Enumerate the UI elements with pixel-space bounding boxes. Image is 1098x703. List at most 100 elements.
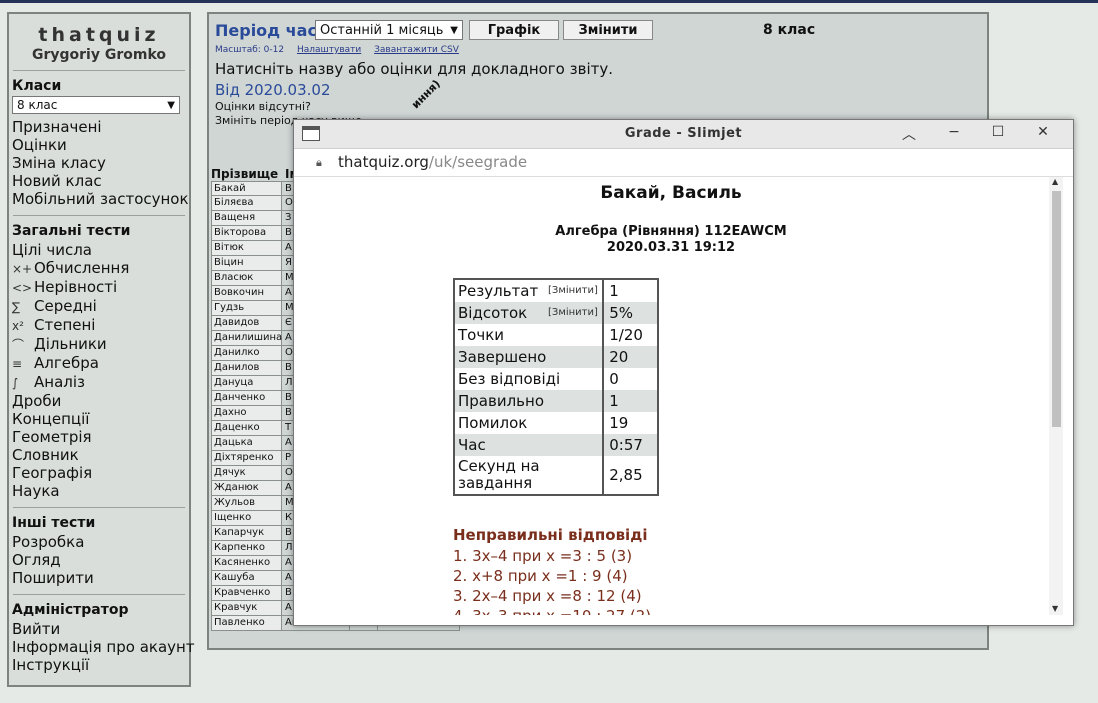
result-label: Секунд на завдання	[455, 456, 605, 494]
sidebar-link[interactable]: Зміна класу	[12, 154, 185, 172]
sidebar-link[interactable]: Словник	[12, 446, 185, 464]
graph-button[interactable]: Графік	[469, 20, 559, 40]
lock-icon: 🔒︎	[316, 156, 322, 169]
result-label-text: Завершено	[458, 348, 547, 366]
result-value: 5%	[609, 304, 634, 322]
class-select[interactable]: 8 клас ▼	[12, 96, 180, 114]
student-surname[interactable]: Данилишина	[211, 331, 282, 346]
scrollbar[interactable]: ▲ ▼	[1049, 177, 1063, 615]
sidebar-link[interactable]: ⌒ Дільники	[12, 335, 185, 354]
sidebar-link[interactable]: Інструкції	[12, 656, 185, 674]
scroll-up-icon[interactable]: ▲	[1052, 177, 1058, 186]
student-surname[interactable]: Данченко	[211, 391, 282, 406]
student-surname[interactable]: Бакай	[211, 181, 282, 196]
sidebar-link[interactable]: ∑ Середні	[12, 297, 185, 316]
url-text[interactable]: thatquiz.org/uk/seegrade	[338, 153, 527, 171]
change-button[interactable]: Змінити	[563, 20, 653, 40]
student-surname[interactable]: Кашуба	[211, 571, 282, 586]
sidebar-link[interactable]: ×+ Обчислення	[12, 259, 185, 278]
student-surname[interactable]: Дахно	[211, 406, 282, 421]
general-tests-title: Загальні тести	[12, 223, 131, 239]
sidebar-link[interactable]: Оцінки	[12, 136, 185, 154]
maximize-button[interactable]: ☐	[988, 124, 1008, 140]
top-accent-line	[0, 0, 1098, 3]
sidebar-link[interactable]: ≡ Алгебра	[12, 354, 185, 373]
sidebar-link[interactable]: Концепції	[12, 410, 185, 428]
result-label-text: Час	[458, 436, 486, 454]
sidebar-link[interactable]: Геометрія	[12, 428, 185, 446]
student-surname[interactable]: Діхтяренко	[211, 451, 282, 466]
student-surname[interactable]: Павленко	[211, 616, 282, 631]
test-type-icon: ∫	[12, 376, 19, 390]
student-surname[interactable]: Іщенко	[211, 511, 282, 526]
sidebar-link[interactable]: Географія	[12, 464, 185, 482]
small-links: Масштаб: 0-12 Налаштувати Завантажити CS…	[215, 45, 469, 55]
sidebar-link-label: Середні	[34, 297, 97, 315]
chevron-up-icon[interactable]: ︿	[899, 124, 919, 144]
page-content: Бакай, Василь Алгебра (Рівняння) 112EAWC…	[294, 177, 1048, 615]
change-link[interactable]: [Змінити]	[548, 302, 598, 324]
student-surname[interactable]: Кравчук	[211, 601, 282, 616]
csv-link[interactable]: Завантажити CSV	[374, 45, 459, 55]
wrong-answers-title: Неправильні відповіді	[453, 526, 648, 544]
change-link[interactable]: [Змінити]	[548, 280, 598, 302]
student-surname[interactable]: Дануца	[211, 376, 282, 391]
student-surname[interactable]: Даценко	[211, 421, 282, 436]
minimize-button[interactable]: −	[944, 124, 964, 140]
address-bar[interactable]: 🔒︎ thatquiz.org/uk/seegrade	[294, 149, 1073, 177]
student-surname[interactable]: Давидов	[211, 316, 282, 331]
test-type-icon: x²	[12, 319, 24, 333]
sidebar-link[interactable]: Цілі числа	[12, 241, 185, 259]
sidebar-link[interactable]: ∫ Аналіз	[12, 373, 185, 392]
student-surname[interactable]: Капарчук	[211, 526, 282, 541]
sidebar-link[interactable]: Вийти	[12, 620, 185, 638]
student-surname[interactable]: Кравченко	[211, 586, 282, 601]
scrollbar-thumb[interactable]	[1052, 191, 1061, 427]
test-type-icon: ⌒	[12, 338, 25, 352]
student-surname[interactable]: Вітюк	[211, 241, 282, 256]
scroll-down-icon[interactable]: ▼	[1052, 604, 1058, 613]
settings-link[interactable]: Налаштувати	[297, 45, 361, 55]
student-surname[interactable]: Жданюк	[211, 481, 282, 496]
scale-text: Масштаб: 0-12	[215, 45, 285, 55]
other-tests-section: Інші тести Розробка Огляд Поширити	[9, 515, 189, 587]
class-select-value: 8 клас	[17, 98, 58, 112]
sidebar-link[interactable]: x² Степені	[12, 316, 185, 335]
wrong-answer-item: 4. 3x–3 при x =10 : 27 (2)	[453, 606, 651, 615]
student-surname[interactable]: Гудзь	[211, 301, 282, 316]
sidebar-link[interactable]: <> Нерівності	[12, 278, 185, 297]
student-surname[interactable]: Касяненко	[211, 556, 282, 571]
sidebar-link[interactable]: Наука	[12, 482, 185, 500]
student-surname[interactable]: Ващеня	[211, 211, 282, 226]
sidebar-link[interactable]: Розробка	[12, 533, 185, 551]
student-surname[interactable]: Дацька	[211, 436, 282, 451]
student-surname[interactable]: Власюк	[211, 271, 282, 286]
student-surname[interactable]: Данилов	[211, 361, 282, 376]
close-button[interactable]: ✕	[1033, 124, 1053, 140]
sidebar-link[interactable]: Інформація про акаунт	[12, 638, 195, 656]
sidebar-link[interactable]: Поширити	[12, 569, 185, 587]
result-row: Результат [Змінити] 1	[455, 280, 657, 302]
student-surname[interactable]: Вікторова	[211, 226, 282, 241]
period-select[interactable]: Останній 1 місяць ▼	[315, 20, 463, 40]
rotated-column-header[interactable]: иння)	[409, 77, 443, 111]
student-surname[interactable]: Данилко	[211, 346, 282, 361]
sidebar-link[interactable]: Дроби	[12, 392, 185, 410]
wrong-answers-list: 1. 3x–4 при x =3 : 5 (3) 2. x+8 при x =1 …	[453, 546, 651, 615]
student-surname[interactable]: Вовкочин	[211, 286, 282, 301]
student-surname[interactable]: Карпенко	[211, 541, 282, 556]
student-surname[interactable]: Дячук	[211, 466, 282, 481]
student-surname[interactable]: Біляєва	[211, 196, 282, 211]
url-host: thatquiz.org	[338, 153, 429, 171]
sidebar-link[interactable]: Огляд	[12, 551, 185, 569]
sidebar-link[interactable]: Призначені	[12, 118, 185, 136]
student-surname[interactable]: Віцин	[211, 256, 282, 271]
sidebar-link[interactable]: Новий клас	[12, 172, 185, 190]
sidebar-link[interactable]: Мобільний застосунок	[12, 190, 189, 208]
result-label: Правильно	[455, 390, 605, 412]
wrong-answer-item: 3. 2x–4 при x =8 : 12 (4)	[453, 587, 642, 605]
student-surname[interactable]: Жульов	[211, 496, 282, 511]
test-type-icon: ≡	[12, 357, 23, 371]
result-value: 0	[609, 370, 619, 388]
logo[interactable]: thatquiz	[9, 24, 189, 46]
